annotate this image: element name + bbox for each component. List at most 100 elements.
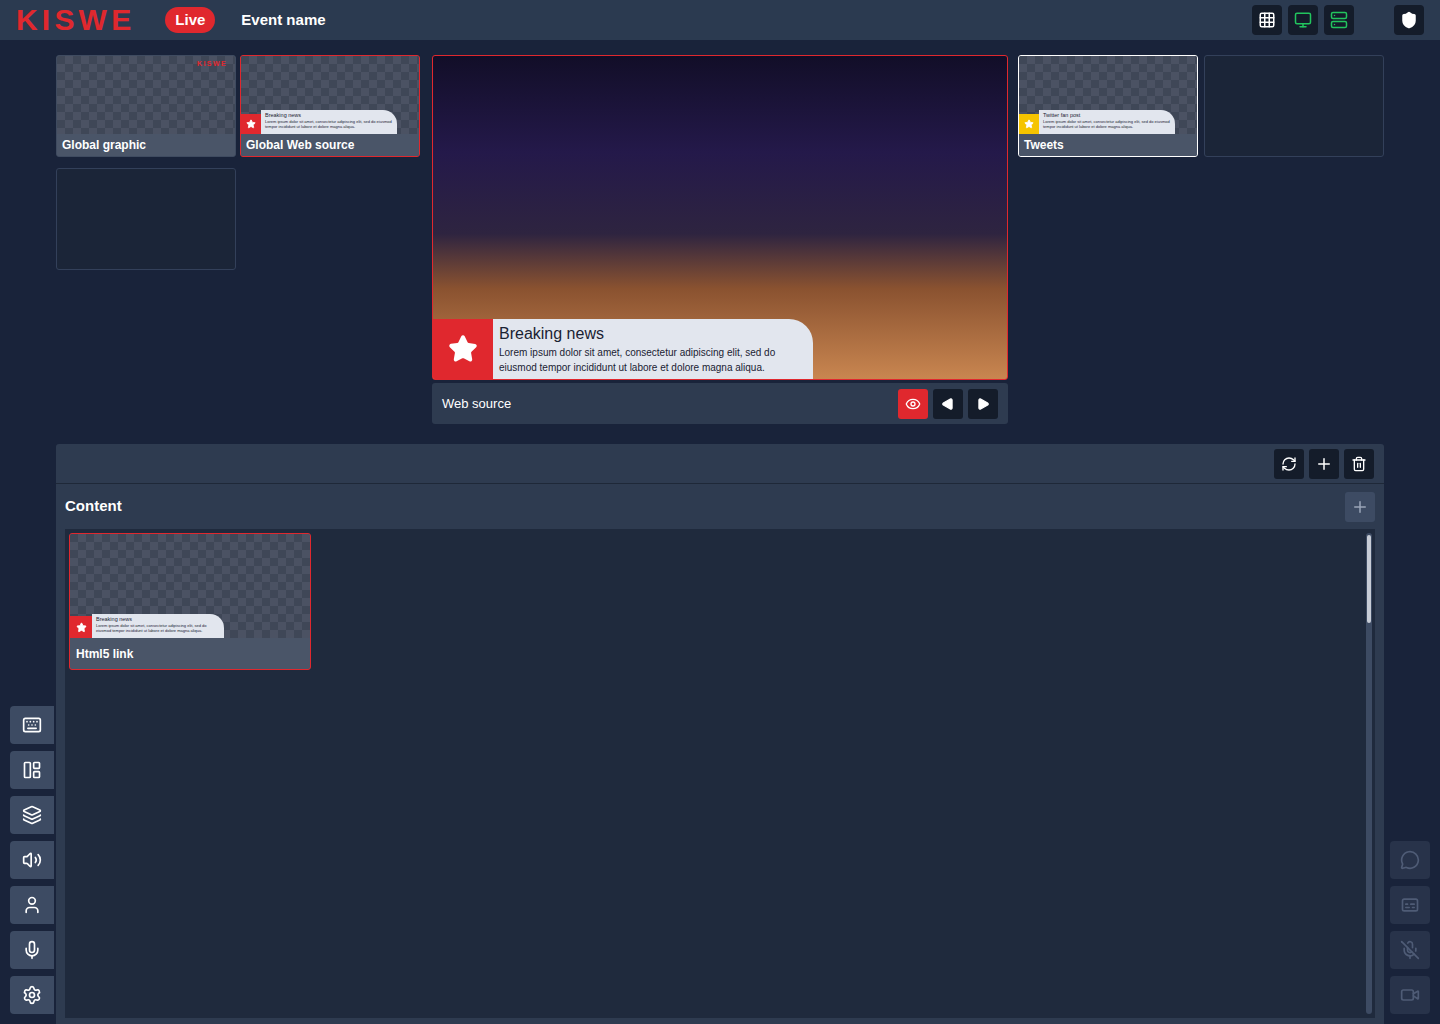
source-label: Global graphic — [57, 134, 235, 156]
lower-third-body: Lorem ipsum dolor sit amet, consectetur … — [265, 119, 393, 129]
nav-button[interactable] — [10, 751, 54, 789]
bottom-row: Content Breaking newsLorem ipsum dolor si… — [0, 444, 1440, 1024]
empty-slot[interactable] — [56, 168, 236, 270]
source-label: Global Web source — [241, 134, 419, 156]
sources-left: KISWE Global graphic Breaking newsLorem ip… — [56, 55, 422, 424]
lower-third-panel: Twitter fan postLorem ipsum dolor sit am… — [1039, 110, 1175, 134]
left-nav — [0, 444, 56, 1024]
right-nav — [1384, 444, 1440, 1024]
refresh-icon — [1281, 456, 1297, 472]
camera-icon — [1400, 985, 1420, 1005]
top-bar: KISWE Live Event name — [0, 0, 1440, 40]
logo: KISWE — [16, 5, 135, 35]
side-tool-button[interactable] — [1390, 886, 1430, 924]
empty-slot[interactable] — [1204, 55, 1384, 157]
mic-icon — [22, 940, 42, 960]
lower-third-badge — [241, 114, 261, 134]
program-controls: Web source — [432, 383, 1008, 424]
app: KISWE Live Event name KISWE Global graphic Br… — [0, 0, 1440, 1024]
sources-right: Twitter fan postLorem ipsum dolor sit am… — [1018, 55, 1384, 424]
source-card[interactable]: Twitter fan postLorem ipsum dolor sit am… — [1018, 55, 1198, 157]
lower-third: Breaking newsLorem ipsum dolor sit amet,… — [70, 614, 224, 638]
source-card[interactable]: Breaking newsLorem ipsum dolor sit amet,… — [240, 55, 420, 157]
gear-icon — [22, 985, 42, 1005]
nav-button[interactable] — [10, 931, 54, 969]
refresh-button[interactable] — [1274, 449, 1304, 479]
logo-mark: KISWE — [197, 59, 227, 70]
program-source: Web source — [442, 394, 898, 414]
add-button[interactable] — [1309, 449, 1339, 479]
star-icon — [1024, 119, 1034, 129]
next-button[interactable] — [968, 389, 998, 419]
star-icon — [246, 119, 256, 129]
lower-third-panel: Breaking newsLorem ipsum dolor sit amet,… — [261, 110, 397, 134]
nav-button[interactable] — [10, 976, 54, 1014]
source-preview: KISWE — [57, 56, 235, 134]
sources-row: KISWEGlobal graphicBreaking newsLorem ip… — [0, 40, 1440, 424]
side-tool-button[interactable] — [1390, 841, 1430, 879]
live-badge: Live — [165, 7, 215, 33]
source-label: Tweets — [1019, 134, 1197, 156]
keyboard-icon — [22, 715, 42, 735]
monitor-icon — [1294, 11, 1312, 29]
side-tool-button[interactable] — [1390, 976, 1430, 1014]
visibility-button[interactable] — [898, 389, 928, 419]
source-preview: Breaking newsLorem ipsum dolor sit amet,… — [241, 56, 419, 134]
star-icon — [448, 334, 478, 364]
lower-third-title: Breaking news — [265, 112, 393, 119]
speaker-icon — [22, 850, 42, 870]
lower-third-panel: Breaking newsLorem ipsum dolor sit amet,… — [493, 319, 813, 379]
scrollbar-thumb[interactable] — [1367, 535, 1371, 623]
source-preview: Twitter fan postLorem ipsum dolor sit am… — [1019, 56, 1197, 134]
event-name: Event name — [241, 9, 325, 32]
eye-icon — [905, 396, 921, 412]
nav-button[interactable] — [10, 706, 54, 744]
delete-button[interactable] — [1344, 449, 1374, 479]
lower-third-badge — [1019, 114, 1039, 134]
lower-third-title: Breaking news — [96, 616, 220, 623]
next-icon — [976, 397, 990, 411]
toolbar-button[interactable] — [1394, 5, 1424, 35]
previous-icon — [941, 397, 955, 411]
lower-third-title: Twitter fan post — [1043, 112, 1171, 119]
layers-icon — [22, 805, 42, 825]
chat-icon — [1400, 850, 1420, 870]
grid-icon — [1258, 11, 1276, 29]
lower-third: Breaking newsLorem ipsum dolor sit amet,… — [433, 319, 813, 379]
toolbar-button[interactable] — [1252, 5, 1282, 35]
lower-third: Twitter fan postLorem ipsum dolor sit am… — [1019, 110, 1175, 134]
lower-third-badge — [433, 319, 493, 379]
plus-icon — [1315, 455, 1333, 473]
user-icon — [22, 895, 42, 915]
content-card[interactable]: Breaking newsLorem ipsum dolor sit amet,… — [69, 533, 311, 670]
content-header: Content — [56, 484, 1384, 529]
add-content-button[interactable] — [1345, 492, 1375, 522]
plus-icon — [1351, 498, 1369, 516]
lower-third-panel: Breaking newsLorem ipsum dolor sit amet,… — [92, 614, 224, 638]
nav-button[interactable] — [10, 841, 54, 879]
toolbar-button[interactable] — [1324, 5, 1354, 35]
toolbar-button[interactable] — [1288, 5, 1318, 35]
shield-icon — [1400, 11, 1418, 29]
lower-third-body: Lorem ipsum dolor sit amet, consectetur … — [499, 345, 807, 375]
content-list: Breaking newsLorem ipsum dolor sit amet,… — [65, 529, 1366, 1018]
program-preview: Breaking newsLorem ipsum dolor sit amet,… — [432, 55, 1008, 380]
source-card[interactable]: KISWE Global graphic — [56, 55, 236, 157]
mic-off-icon — [1400, 940, 1420, 960]
nav-button[interactable] — [10, 796, 54, 834]
side-tool-button[interactable] — [1390, 931, 1430, 969]
lower-third-badge — [70, 616, 92, 638]
trash-icon — [1351, 456, 1367, 472]
program: Breaking newsLorem ipsum dolor sit amet,… — [432, 55, 1008, 424]
previous-button[interactable] — [933, 389, 963, 419]
lower-third-body: Lorem ipsum dolor sit amet, consectetur … — [1043, 119, 1171, 129]
server-icon — [1330, 11, 1348, 29]
content-area: Breaking newsLorem ipsum dolor sit amet,… — [65, 529, 1375, 1018]
content-label: Html5 link — [70, 638, 310, 669]
lower-third: Breaking newsLorem ipsum dolor sit amet,… — [241, 110, 397, 134]
nav-button[interactable] — [10, 886, 54, 924]
content-preview: Breaking newsLorem ipsum dolor sit amet,… — [70, 534, 310, 638]
star-icon — [76, 622, 87, 633]
scrollbar[interactable] — [1366, 533, 1372, 1014]
panel-toolbar — [56, 444, 1384, 484]
